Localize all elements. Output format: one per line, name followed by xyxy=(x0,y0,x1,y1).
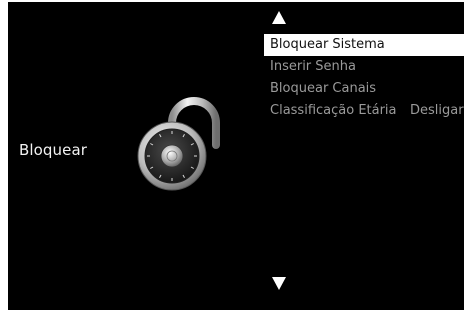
scroll-down-icon[interactable] xyxy=(272,277,286,290)
padlock-dial-icon xyxy=(137,97,220,191)
scroll-up-icon[interactable] xyxy=(272,11,286,24)
menu-item-label: Bloquear Canais xyxy=(270,81,377,96)
menu-item-inserir-senha[interactable]: Inserir Senha xyxy=(264,56,464,78)
menu-item-classificacao-etaria[interactable]: Classificação Etária Desligar xyxy=(264,100,464,122)
menu-item-label: Classificação Etária xyxy=(270,103,397,118)
lock-menu: Bloquear Sistema Inserir Senha Bloquear … xyxy=(264,34,464,122)
menu-item-label: Inserir Senha xyxy=(270,59,356,74)
menu-item-label: Bloquear Sistema xyxy=(270,37,385,52)
menu-item-value: Desligar xyxy=(410,103,464,118)
section-title: Bloquear xyxy=(19,141,88,159)
menu-item-bloquear-canais[interactable]: Bloquear Canais xyxy=(264,78,464,100)
tv-screen: Bloquear Bloquear Sistema Inserir Senha … xyxy=(8,2,464,310)
menu-item-bloquear-sistema[interactable]: Bloquear Sistema xyxy=(264,34,464,56)
